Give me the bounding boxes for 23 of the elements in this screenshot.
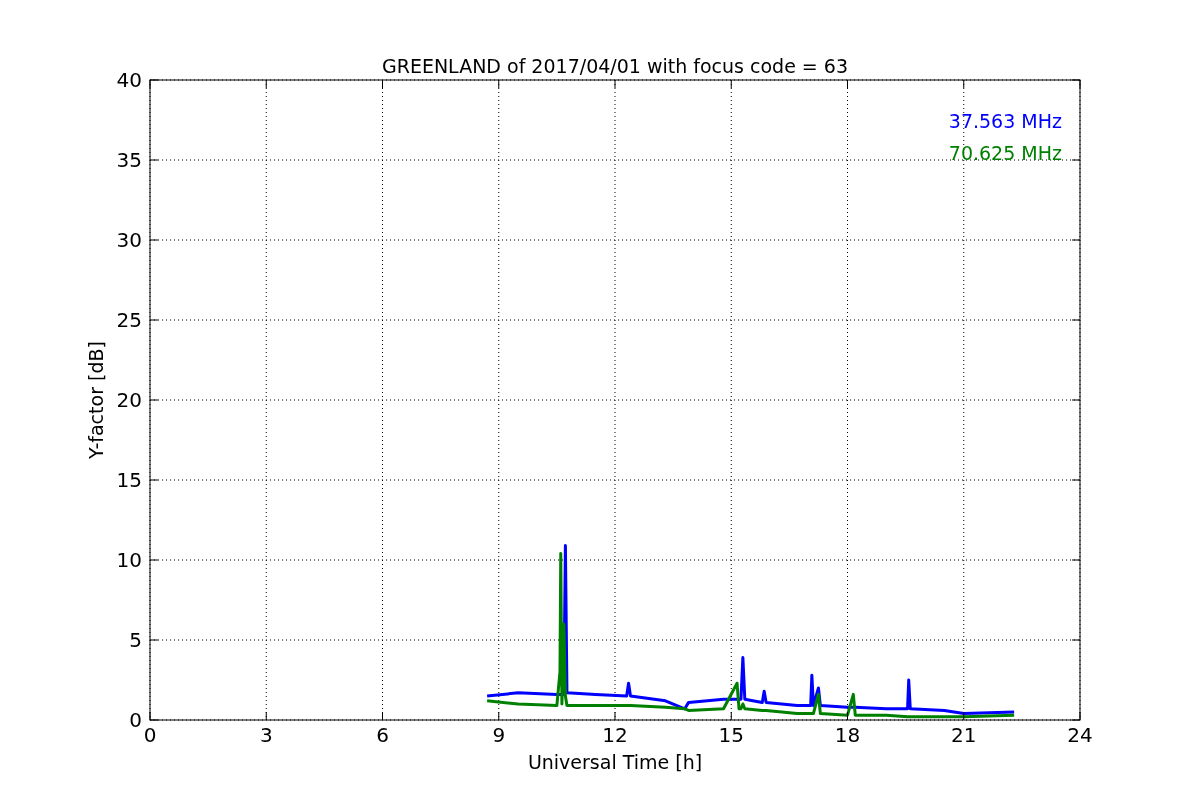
y-tick-label: 15 bbox=[116, 468, 142, 492]
chart-title: GREENLAND of 2017/04/01 with focus code = 63 bbox=[382, 55, 848, 77]
x-axis-label: Universal Time [h] bbox=[527, 751, 703, 773]
x-tick-label: 15 bbox=[718, 723, 744, 747]
y-tick-label: 25 bbox=[116, 308, 142, 332]
y-tick-label: 30 bbox=[116, 228, 142, 252]
x-tick-label: 6 bbox=[376, 723, 389, 747]
x-tick-label: 18 bbox=[834, 723, 861, 747]
x-tick-label: 0 bbox=[143, 723, 157, 747]
y-tick-label: 0 bbox=[129, 708, 142, 732]
y-tick-label: 5 bbox=[129, 628, 142, 652]
legend-label: 37.563 MHz bbox=[948, 110, 1062, 132]
y-tick-label: 35 bbox=[116, 148, 142, 172]
legend-label: 70.625 MHz bbox=[948, 142, 1062, 164]
x-tick-label: 21 bbox=[951, 723, 977, 747]
x-tick-label: 9 bbox=[492, 723, 506, 747]
y-tick-label: 20 bbox=[116, 388, 142, 412]
y-axis-label: Y-factor [dB] bbox=[85, 341, 107, 459]
y-tick-label: 10 bbox=[116, 548, 142, 572]
x-tick-label: 12 bbox=[602, 723, 628, 747]
x-tick-label: 24 bbox=[1067, 723, 1093, 747]
x-tick-label: 3 bbox=[259, 723, 273, 747]
y-tick-label: 40 bbox=[116, 68, 142, 92]
